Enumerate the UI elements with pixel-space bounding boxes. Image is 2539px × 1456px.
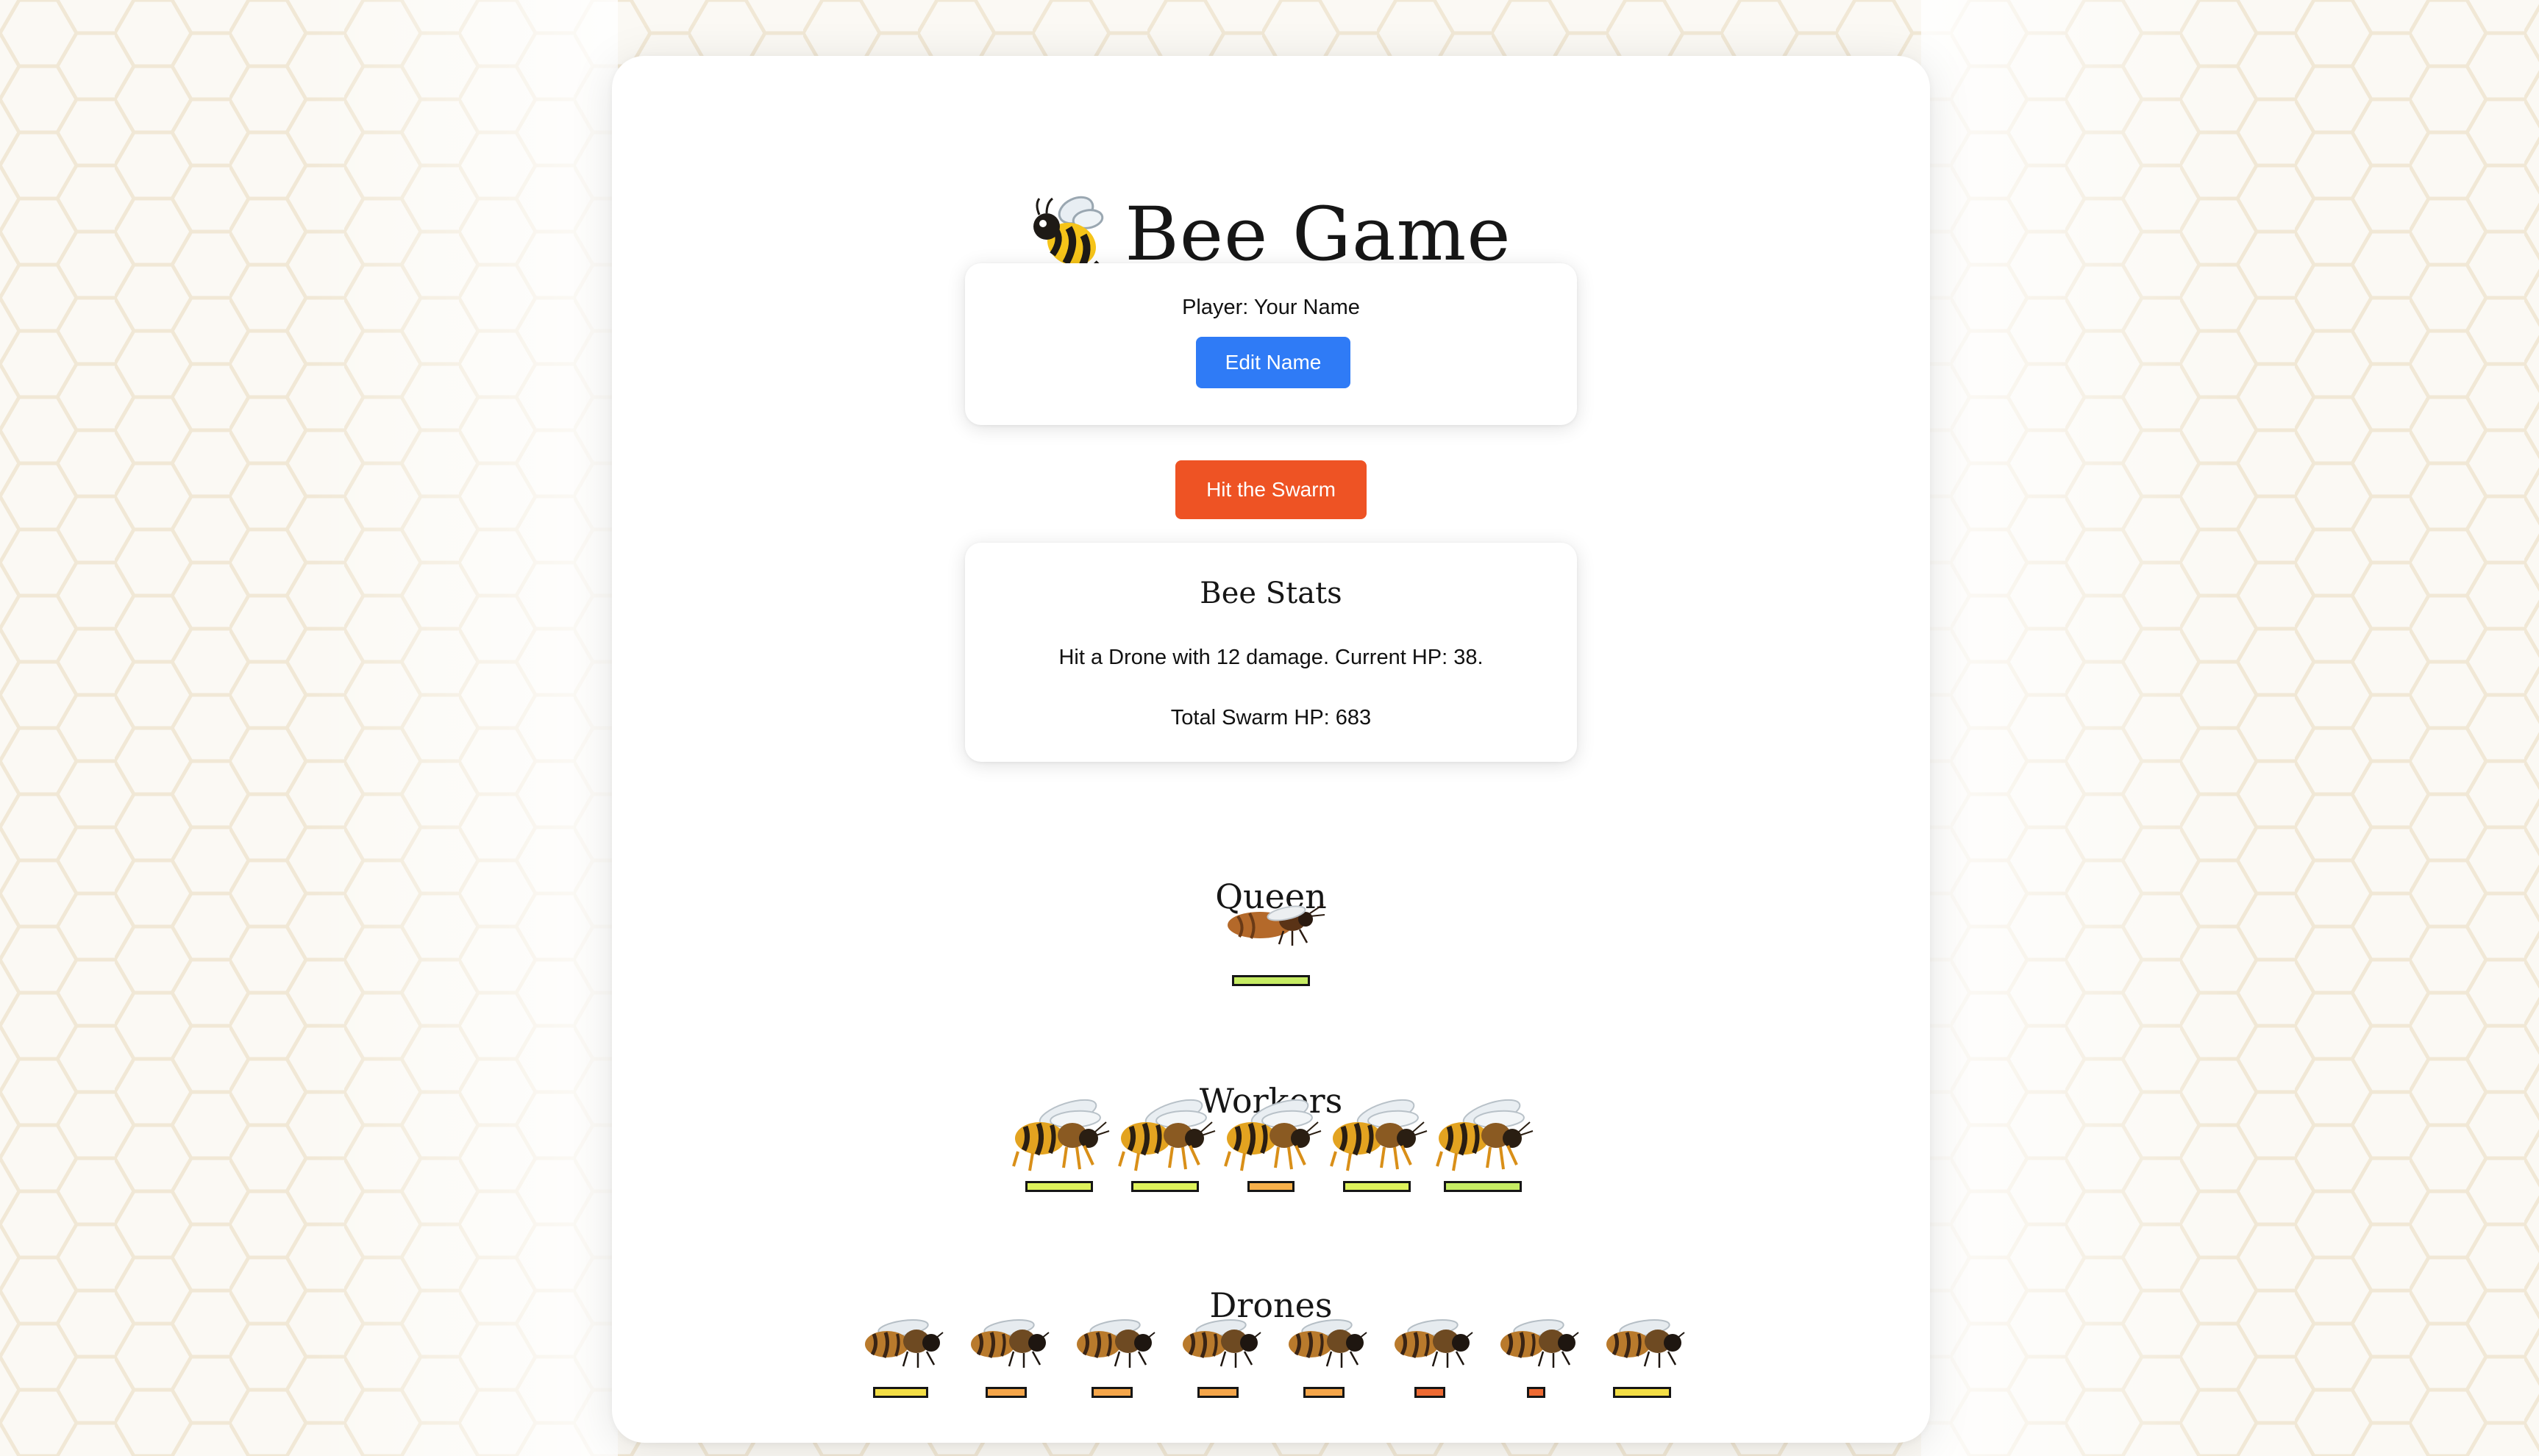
hp-bar: [1232, 975, 1310, 986]
worker-bee: [1114, 1097, 1217, 1174]
drone-bee: [1386, 1315, 1474, 1371]
page-title-text: Bee Game: [1125, 191, 1511, 277]
player-name-label: Player: Your Name: [1182, 296, 1360, 319]
bee-stats-panel: Bee Stats Hit a Drone with 12 damage. Cu…: [965, 543, 1577, 762]
hp-bar: [1612, 1387, 1671, 1398]
drone-bee: [856, 1315, 944, 1371]
worker-bee: [1431, 1097, 1534, 1174]
worker-bee: [1219, 1097, 1322, 1174]
bee-stats-title: Bee Stats: [1200, 577, 1342, 610]
queen-bee: [1216, 897, 1326, 950]
total-swarm-hp: Total Swarm HP: 683: [1170, 706, 1372, 729]
hp-bar: [1414, 1387, 1445, 1398]
hit-swarm-button[interactable]: Hit the Swarm: [1175, 460, 1367, 519]
hp-bar: [872, 1387, 928, 1398]
hp-bar: [1131, 1181, 1199, 1192]
last-hit-message: Hit a Drone with 12 damage. Current HP: …: [1058, 646, 1484, 669]
hp-bar: [1303, 1387, 1345, 1398]
worker-bee: [1325, 1097, 1428, 1174]
hp-bar: [1247, 1181, 1295, 1192]
game-card: Bee Game Player: Your Name Edit Name Hit…: [612, 56, 1930, 1443]
hp-bar: [1025, 1181, 1093, 1192]
drone-bee: [962, 1315, 1050, 1371]
hp-bar: [1197, 1387, 1239, 1398]
hp-bar: [1092, 1387, 1133, 1398]
edit-name-button[interactable]: Edit Name: [1196, 337, 1350, 388]
drone-bee: [1492, 1315, 1580, 1371]
drone-bee: [1598, 1315, 1686, 1371]
drone-bee: [1280, 1315, 1368, 1371]
hp-bar: [986, 1387, 1027, 1398]
hp-bar: [1444, 1181, 1522, 1192]
drone-bee: [1174, 1315, 1262, 1371]
hp-bar: [1526, 1387, 1545, 1398]
hp-bar: [1343, 1181, 1411, 1192]
drones-section-title: Drones: [1209, 1285, 1333, 1325]
player-panel: Player: Your Name Edit Name: [965, 263, 1577, 425]
worker-bee: [1008, 1097, 1111, 1174]
drone-bee: [1068, 1315, 1156, 1371]
